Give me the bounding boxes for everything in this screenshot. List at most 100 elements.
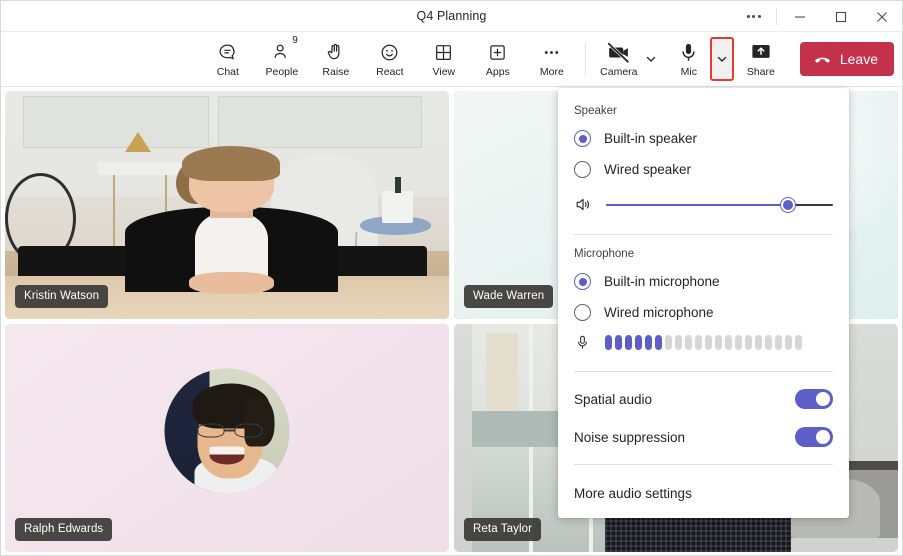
toolbar-label-camera: Camera — [600, 66, 637, 78]
meter-bar — [785, 335, 792, 350]
volume-slider-fill — [606, 204, 788, 206]
toolbar-label-apps: Apps — [486, 66, 510, 78]
maximize-icon[interactable] — [820, 1, 861, 32]
raise-hand-icon — [325, 40, 346, 64]
speaker-volume-icon — [574, 195, 594, 214]
meter-bar — [625, 335, 632, 350]
toolbar-divider — [585, 43, 586, 75]
speaker-option-label: Wired speaker — [604, 162, 691, 177]
microphone-icon — [574, 334, 594, 351]
meter-bar — [765, 335, 772, 350]
toolbar-button-mic[interactable]: Mic — [662, 35, 716, 84]
meter-bar — [775, 335, 782, 350]
meeting-title: Q4 Planning — [417, 9, 487, 23]
microphone-section-label: Microphone — [558, 243, 849, 266]
radio-button-selected-icon — [574, 130, 591, 147]
noise-suppression-toggle[interactable] — [795, 427, 833, 447]
leave-button-label: Leave — [840, 51, 878, 67]
speaker-option-label: Built-in speaker — [604, 131, 697, 146]
toolbar-button-share[interactable]: Share — [734, 35, 788, 84]
video-tile-kristin-watson[interactable]: Kristin Watson — [5, 91, 449, 319]
chat-icon — [217, 40, 238, 64]
toolbar-label-raise: Raise — [322, 66, 349, 78]
toolbar-button-people[interactable]: 9 People — [255, 35, 309, 84]
meter-bar — [635, 335, 642, 350]
volume-slider-thumb[interactable] — [781, 198, 795, 212]
share-screen-icon — [750, 40, 772, 64]
panel-divider — [574, 464, 833, 465]
microphone-option-wired[interactable]: Wired microphone — [558, 297, 849, 328]
toolbar-button-camera[interactable]: Camera — [592, 35, 646, 84]
audio-settings-dropdown: Speaker Built-in speaker Wired speaker — [558, 88, 849, 518]
more-options-icon[interactable] — [733, 1, 774, 32]
window-controls-divider — [776, 8, 777, 25]
view-grid-icon — [433, 40, 454, 64]
microphone-option-built-in[interactable]: Built-in microphone — [558, 266, 849, 297]
toolbar-button-react[interactable]: React — [363, 35, 417, 84]
toolbar-label-chat: Chat — [217, 66, 239, 78]
meter-bar — [665, 335, 672, 350]
toolbar-button-more[interactable]: More — [525, 35, 579, 84]
avatar — [165, 369, 290, 494]
participant-name-label: Wade Warren — [464, 285, 553, 308]
participant-name-label: Ralph Edwards — [15, 518, 112, 541]
toolbar-button-apps[interactable]: Apps — [471, 35, 525, 84]
video-tile-ralph-edwards[interactable]: Ralph Edwards — [5, 324, 449, 552]
speaker-section-label: Speaker — [558, 100, 849, 123]
toolbar-button-chat[interactable]: Chat — [201, 35, 255, 84]
toolbar-label-share: Share — [747, 66, 775, 78]
meter-bar — [725, 335, 732, 350]
speaker-option-wired[interactable]: Wired speaker — [558, 154, 849, 185]
react-smiley-icon — [379, 40, 400, 64]
microphone-level-meter — [605, 335, 833, 350]
camera-off-icon — [606, 40, 631, 64]
panel-divider — [574, 234, 833, 235]
meter-bar — [605, 335, 612, 350]
people-icon — [271, 40, 292, 64]
meter-bar — [695, 335, 702, 350]
meter-bar — [615, 335, 622, 350]
leave-button[interactable]: Leave — [800, 42, 894, 76]
participant-name-label: Kristin Watson — [15, 285, 108, 308]
noise-suppression-row[interactable]: Noise suppression — [558, 418, 849, 456]
close-icon[interactable] — [861, 1, 902, 32]
window-controls — [733, 1, 902, 32]
toolbar-button-raise[interactable]: Raise — [309, 35, 363, 84]
radio-button-unselected-icon — [574, 161, 591, 178]
radio-button-unselected-icon — [574, 304, 591, 321]
meter-bar — [735, 335, 742, 350]
volume-slider[interactable] — [606, 196, 833, 214]
meter-bar — [645, 335, 652, 350]
spatial-audio-row[interactable]: Spatial audio — [558, 380, 849, 418]
meter-bar — [685, 335, 692, 350]
meter-bar — [795, 335, 802, 350]
meter-bar — [755, 335, 762, 350]
toolbar-label-more: More — [540, 66, 564, 78]
participant-name-label: Reta Taylor — [464, 518, 541, 541]
mic-control-group: Mic — [662, 35, 734, 84]
teams-meeting-window: Q4 Planning Cha — [0, 0, 903, 556]
toolbar-label-view: View — [433, 66, 456, 78]
meter-bar — [745, 335, 752, 350]
volume-slider-row — [558, 185, 849, 226]
meter-bar — [655, 335, 662, 350]
microphone-option-label: Wired microphone — [604, 305, 714, 320]
more-audio-settings-link[interactable]: More audio settings — [558, 473, 849, 518]
title-bar: Q4 Planning — [1, 1, 902, 32]
noise-suppression-label: Noise suppression — [574, 430, 685, 445]
apps-plus-icon — [487, 40, 508, 64]
toolbar-label-people: People — [265, 66, 298, 78]
hang-up-icon — [813, 50, 832, 69]
toolbar-label-mic: Mic — [681, 66, 697, 78]
spatial-audio-label: Spatial audio — [574, 392, 652, 407]
microphone-level-meter-row — [558, 328, 849, 363]
meeting-toolbar: Chat 9 People Raise — [1, 32, 902, 87]
spatial-audio-toggle[interactable] — [795, 389, 833, 409]
people-count-badge: 9 — [292, 35, 298, 46]
speaker-option-built-in[interactable]: Built-in speaker — [558, 123, 849, 154]
meter-bar — [675, 335, 682, 350]
minimize-icon[interactable] — [779, 1, 820, 32]
meter-bar — [715, 335, 722, 350]
panel-divider — [574, 371, 833, 372]
toolbar-button-view[interactable]: View — [417, 35, 471, 84]
